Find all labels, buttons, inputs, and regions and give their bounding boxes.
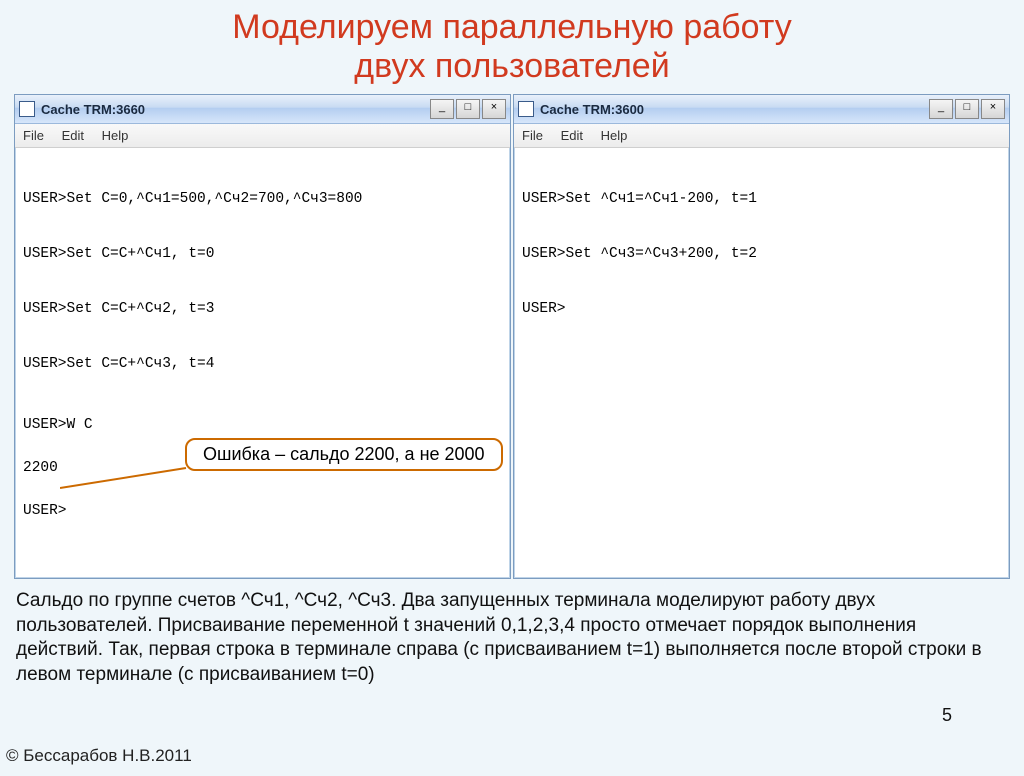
slide-title: Моделируем параллельную работу двух поль… bbox=[0, 8, 1024, 86]
titlebar-left: Cache TRM:3660 _ □ × bbox=[15, 95, 510, 124]
terminals-row: Cache TRM:3660 _ □ × File Edit Help USER… bbox=[0, 94, 1024, 579]
title-line1: Моделируем параллельную работу bbox=[232, 8, 791, 46]
window-buttons: _ □ × bbox=[929, 99, 1005, 119]
app-icon bbox=[19, 101, 35, 117]
explanation-text: Сальдо по группе счетов ^Сч1, ^Сч2, ^Сч3… bbox=[0, 579, 1024, 688]
menu-help[interactable]: Help bbox=[102, 128, 129, 143]
terminal-line: USER>W C bbox=[23, 418, 502, 433]
terminal-line: USER>Set C=C+^Сч2, t=3 bbox=[23, 296, 502, 324]
terminal-body-right[interactable]: USER>Set ^Сч1=^Сч1-200, t=1 USER>Set ^Сч… bbox=[514, 148, 1009, 522]
terminal-line: USER> bbox=[23, 504, 502, 519]
maximize-button[interactable]: □ bbox=[456, 99, 480, 119]
menu-file[interactable]: File bbox=[23, 128, 44, 143]
app-icon bbox=[518, 101, 534, 117]
maximize-button[interactable]: □ bbox=[955, 99, 979, 119]
window-title-left: Cache TRM:3660 bbox=[41, 102, 430, 117]
menu-edit[interactable]: Edit bbox=[561, 128, 583, 143]
minimize-button[interactable]: _ bbox=[929, 99, 953, 119]
page-number: 5 bbox=[942, 705, 952, 726]
menu-edit[interactable]: Edit bbox=[62, 128, 84, 143]
menu-file[interactable]: File bbox=[522, 128, 543, 143]
copyright: © Бессарабов Н.В.2011 bbox=[6, 746, 192, 766]
minimize-button[interactable]: _ bbox=[430, 99, 454, 119]
menubar-right: File Edit Help bbox=[514, 124, 1009, 148]
terminal-window-left: Cache TRM:3660 _ □ × File Edit Help USER… bbox=[14, 94, 511, 579]
window-buttons: _ □ × bbox=[430, 99, 506, 119]
titlebar-right: Cache TRM:3600 _ □ × bbox=[514, 95, 1009, 124]
title-line2: двух пользователей bbox=[354, 47, 669, 85]
terminal-line: USER>Set C=C+^Сч1, t=0 bbox=[23, 241, 502, 269]
terminal-body-left[interactable]: USER>Set C=0,^Сч1=500,^Сч2=700,^Сч3=800 … bbox=[15, 148, 510, 578]
error-callout: Ошибка – сальдо 2200, а не 2000 bbox=[185, 438, 503, 471]
window-title-right: Cache TRM:3600 bbox=[540, 102, 929, 117]
terminal-line: USER>Set ^Сч1=^Сч1-200, t=1 bbox=[522, 186, 1001, 214]
menu-help[interactable]: Help bbox=[601, 128, 628, 143]
close-button[interactable]: × bbox=[482, 99, 506, 119]
terminal-line: USER> bbox=[522, 296, 1001, 324]
terminal-line: USER>Set ^Сч3=^Сч3+200, t=2 bbox=[522, 241, 1001, 269]
terminal-line: USER>Set C=C+^Сч3, t=4 bbox=[23, 351, 502, 379]
close-button[interactable]: × bbox=[981, 99, 1005, 119]
terminal-window-right: Cache TRM:3600 _ □ × File Edit Help USER… bbox=[513, 94, 1010, 579]
terminal-line: USER>Set C=0,^Сч1=500,^Сч2=700,^Сч3=800 bbox=[23, 186, 502, 214]
menubar-left: File Edit Help bbox=[15, 124, 510, 148]
